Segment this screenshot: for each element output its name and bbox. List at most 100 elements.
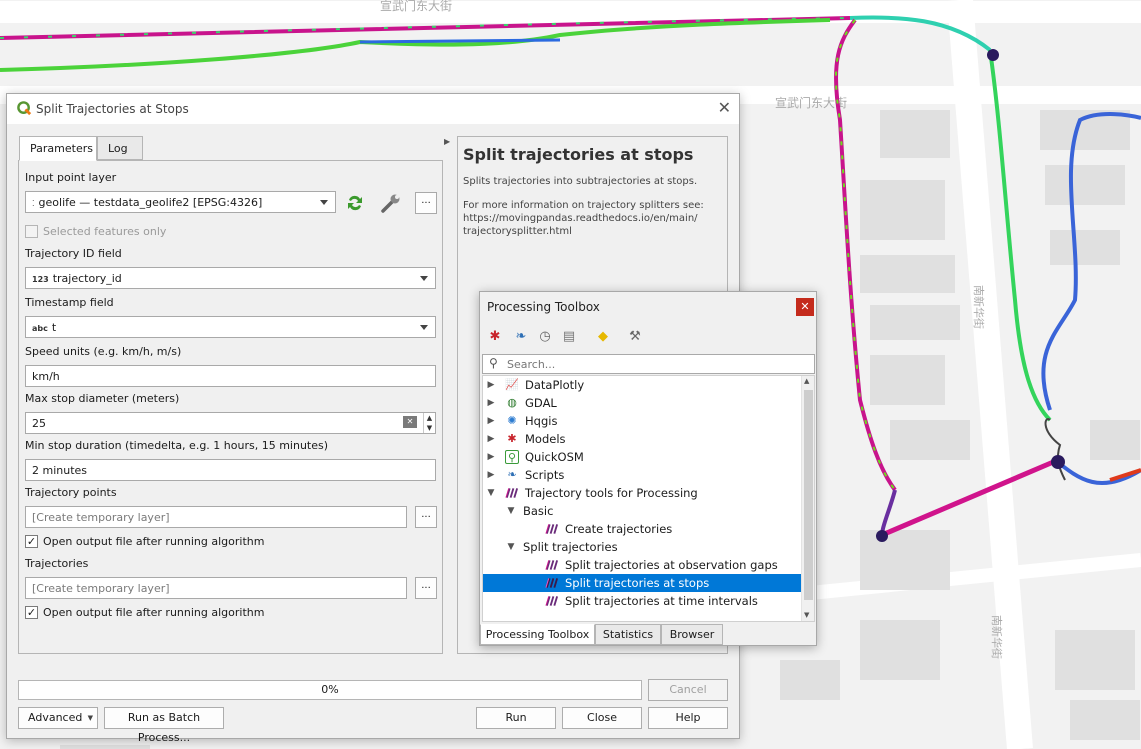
trajectories-output[interactable]: [Create temporary layer] bbox=[25, 577, 407, 599]
chevron-down-icon bbox=[420, 276, 428, 281]
input-layer-value: geolife — testdata_geolife2 [EPSG:4326] bbox=[38, 196, 263, 209]
street-label: 宣武门东大街 bbox=[380, 0, 452, 13]
tree-item-label: Split trajectories bbox=[523, 540, 618, 554]
progress-text: 0% bbox=[321, 683, 339, 696]
iterate-icon[interactable] bbox=[345, 193, 365, 213]
trajectory-icon bbox=[545, 560, 559, 570]
timestamp-label: Timestamp field bbox=[25, 296, 114, 309]
tree-scrollbar[interactable]: ▲ ▼ bbox=[801, 376, 814, 621]
tree-item-create-trajectories[interactable]: Create trajectories bbox=[483, 520, 803, 538]
chevron-right-icon: ▶ bbox=[487, 470, 495, 480]
wrench-icon[interactable]: ⚒ bbox=[626, 328, 644, 346]
close-icon[interactable]: ✕ bbox=[796, 298, 814, 316]
tree-item-label: Trajectory tools for Processing bbox=[525, 486, 698, 500]
tree-item-quickosm[interactable]: ▶ ⚲ QuickOSM bbox=[483, 448, 803, 466]
tree-item-label: QuickOSM bbox=[525, 450, 584, 464]
trajectory-points-output[interactable]: [Create temporary layer] bbox=[25, 506, 407, 528]
tree-item-split-trajectories[interactable]: ▼ Split trajectories bbox=[483, 538, 803, 556]
run-button[interactable]: Run bbox=[476, 707, 556, 729]
tree-item-models[interactable]: ▶ ✱ Models bbox=[483, 430, 803, 448]
processing-toolbox: Processing Toolbox ✕ ✱ ❧ ◷ ▤ ◆ ⚒ Search.… bbox=[479, 291, 817, 646]
trajectory-id-select[interactable]: 123 trajectory_id bbox=[25, 267, 436, 289]
advanced-label: Advanced bbox=[28, 711, 83, 724]
help-button[interactable]: Help bbox=[648, 707, 728, 729]
scroll-down-icon[interactable]: ▼ bbox=[804, 611, 809, 619]
cancel-button[interactable]: Cancel bbox=[648, 679, 728, 701]
history-icon[interactable]: ◷ bbox=[536, 328, 554, 346]
max-stop-spinbox[interactable]: 25 ✕ ▲ ▼ bbox=[25, 412, 436, 434]
collapse-arrow-icon[interactable]: ▶ bbox=[444, 137, 450, 146]
timestamp-select[interactable]: abc t bbox=[25, 316, 436, 338]
scrollbar-thumb[interactable] bbox=[804, 390, 813, 600]
trajectory-icon bbox=[545, 578, 559, 588]
tab-log[interactable]: Log bbox=[97, 136, 143, 160]
input-layer-select[interactable]: ⁚ geolife — testdata_geolife2 [EPSG:4326] bbox=[25, 191, 336, 213]
tree-item-split-stops[interactable]: Split trajectories at stops bbox=[483, 574, 803, 592]
qgis-logo-icon bbox=[17, 101, 32, 116]
gdal-icon: ◍ bbox=[507, 396, 517, 409]
tree-item-label: Basic bbox=[523, 504, 554, 518]
string-field-icon: abc bbox=[32, 324, 48, 333]
trajectory-id-label: Trajectory ID field bbox=[25, 247, 122, 260]
tree-item-scripts[interactable]: ▶ ❧ Scripts bbox=[483, 466, 803, 484]
trajectories-browse-button[interactable]: ... bbox=[415, 577, 437, 599]
chevron-right-icon: ▶ bbox=[487, 398, 495, 408]
street-label: 南新华街 bbox=[972, 285, 986, 329]
wrench-icon[interactable] bbox=[380, 192, 402, 214]
chevron-right-icon: ▶ bbox=[487, 416, 495, 426]
advanced-button[interactable]: Advanced ▼ bbox=[18, 707, 98, 729]
tab-parameters[interactable]: Parameters bbox=[19, 136, 97, 161]
tab-processing-toolbox[interactable]: Processing Toolbox bbox=[480, 624, 595, 645]
tab-statistics[interactable]: Statistics bbox=[595, 624, 661, 645]
help-title: Split trajectories at stops bbox=[463, 145, 694, 164]
open-output-points-checkbox[interactable]: ✓ bbox=[25, 535, 38, 548]
close-button[interactable]: Close bbox=[562, 707, 642, 729]
tree-item-label: GDAL bbox=[525, 396, 557, 410]
tree-item-hqgis[interactable]: ▶ ✺ Hqgis bbox=[483, 412, 803, 430]
python-icon: ❧ bbox=[507, 468, 517, 481]
gear-icon[interactable]: ✱ bbox=[486, 328, 504, 346]
results-icon[interactable]: ▤ bbox=[560, 328, 578, 346]
toolbox-tabs: Processing Toolbox Statistics Browser bbox=[480, 624, 818, 646]
min-stop-label: Min stop duration (timedelta, e.g. 1 hou… bbox=[25, 439, 329, 452]
models-icon: ✱ bbox=[507, 432, 517, 445]
max-stop-value: 25 bbox=[32, 417, 46, 430]
edit-features-icon[interactable]: ◆ bbox=[594, 328, 612, 346]
close-icon[interactable]: ✕ bbox=[718, 98, 731, 117]
scroll-up-icon[interactable]: ▲ bbox=[804, 377, 809, 385]
parameters-panel: Input point layer ⁚ geolife — testdata_ge… bbox=[18, 160, 443, 654]
spin-arrows-icon[interactable]: ▲ ▼ bbox=[423, 413, 435, 433]
trajectory-icon bbox=[505, 488, 519, 498]
tree-item-basic[interactable]: ▼ Basic bbox=[483, 502, 803, 520]
help-link-cont[interactable]: trajectorysplitter.html bbox=[463, 225, 572, 238]
max-stop-label: Max stop diameter (meters) bbox=[25, 392, 180, 405]
street-label: 南新华街 bbox=[990, 615, 1004, 659]
selected-features-checkbox[interactable] bbox=[25, 225, 38, 238]
search-input[interactable]: Search... bbox=[482, 354, 815, 374]
batch-process-button[interactable]: Run as Batch Process... bbox=[104, 707, 224, 744]
help-description: Splits trajectories into subtrajectories… bbox=[463, 176, 698, 187]
trajectory-id-value: trajectory_id bbox=[52, 272, 122, 285]
min-stop-input[interactable]: 2 minutes bbox=[25, 459, 436, 481]
open-output-points-label: Open output file after running algorithm bbox=[43, 535, 265, 548]
tab-browser[interactable]: Browser bbox=[661, 624, 723, 645]
timestamp-value: t bbox=[51, 321, 57, 334]
chevron-down-icon: ▼ bbox=[507, 542, 515, 552]
trajectory-points-browse-button[interactable]: ... bbox=[415, 506, 437, 528]
help-link[interactable]: https://movingpandas.readthedocs.io/en/m… bbox=[463, 212, 698, 225]
python-icon[interactable]: ❧ bbox=[512, 328, 530, 346]
tree-item-dataplotly[interactable]: ▶ 📈 DataPlotly bbox=[483, 376, 803, 394]
open-output-trajectories-checkbox[interactable]: ✓ bbox=[25, 606, 38, 619]
trajectories-label: Trajectories bbox=[25, 557, 89, 570]
chevron-down-icon bbox=[320, 200, 328, 205]
tree-item-gdal[interactable]: ▶ ◍ GDAL bbox=[483, 394, 803, 412]
trajectory-icon bbox=[545, 524, 559, 534]
input-layer-browse-button[interactable]: ... bbox=[415, 192, 437, 214]
chevron-down-icon bbox=[420, 325, 428, 330]
tree-item-label: Hqgis bbox=[525, 414, 558, 428]
speed-units-input[interactable]: km/h bbox=[25, 365, 436, 387]
tree-item-trajectory-tools[interactable]: ▼ Trajectory tools for Processing bbox=[483, 484, 803, 502]
tree-item-split-time-intervals[interactable]: Split trajectories at time intervals bbox=[483, 592, 803, 610]
clear-icon[interactable]: ✕ bbox=[403, 416, 417, 428]
tree-item-split-observation-gaps[interactable]: Split trajectories at observation gaps bbox=[483, 556, 803, 574]
